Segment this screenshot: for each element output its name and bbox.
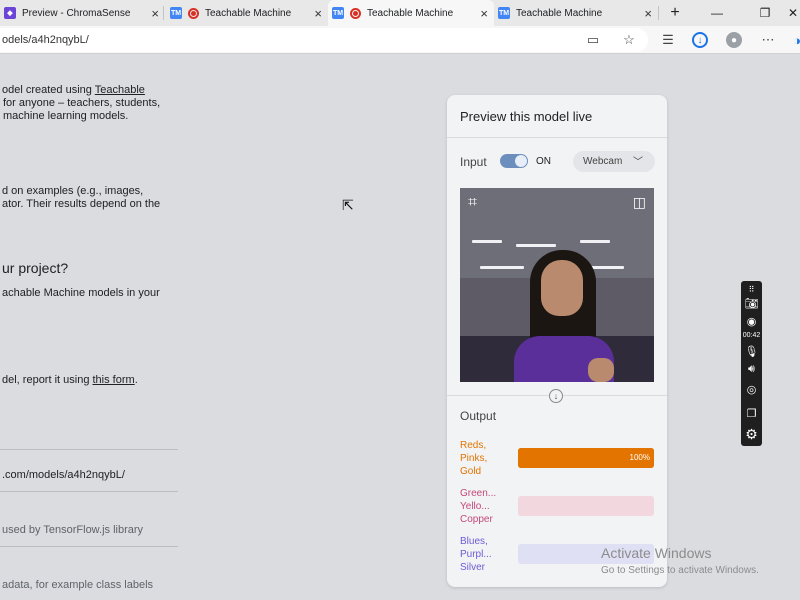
new-tab-button[interactable]: + (656, 0, 694, 26)
class-label: Green... Yello... Copper (460, 488, 497, 525)
preview-title: Preview this model live (460, 109, 593, 124)
report-form-link[interactable]: this form (93, 374, 135, 386)
close-tab-icon[interactable]: × (314, 6, 322, 21)
close-window-icon[interactable]: ✕ (786, 0, 800, 26)
close-tab-icon[interactable]: × (151, 6, 159, 21)
tab-bar: ◆ Preview - ChromaSense × TM Teachable M… (0, 0, 800, 26)
intro-text-line3: machine learning models. (3, 110, 129, 122)
microphone-icon[interactable]: 🎙︎ (741, 343, 762, 359)
arrow-down-icon: ↓ (549, 389, 563, 403)
divider (447, 137, 667, 138)
tm-icon: TM (498, 7, 510, 19)
webcam-preview: ⌗ ◫ (460, 188, 654, 382)
confidence-label: 100% (629, 453, 650, 462)
restore-icon[interactable]: ❐ (746, 0, 784, 26)
address-bar[interactable]: odels/a4h2nqybL/ ▭ ☆ (0, 28, 648, 52)
chromasense-icon: ◆ (4, 7, 16, 19)
intro-text: odel created using Teachable (2, 84, 145, 96)
favorites-icon[interactable]: ☰ (659, 31, 677, 49)
divider (0, 491, 178, 492)
record-stop-icon[interactable]: ◉ (741, 313, 762, 329)
tab-title: Teachable Machine (516, 7, 603, 19)
model-description: odel created using Teachable for anyone … (0, 54, 190, 600)
input-label: Input (460, 155, 487, 169)
confidence-bar-track: 100% (518, 448, 654, 468)
class-label: Reds, Pinks, Gold (460, 440, 488, 477)
divider (0, 449, 178, 450)
chevron-down-icon: ﹀ (633, 157, 643, 168)
tab-title: Preview - ChromaSense (22, 7, 131, 19)
profile-avatar-icon[interactable]: ● (726, 32, 742, 48)
examples-text: d on examples (e.g., images, (2, 185, 144, 197)
confidence-bar-track (518, 496, 654, 516)
input-source-dropdown[interactable]: Webcam ﹀ (573, 151, 655, 172)
toggle-state-label: ON (536, 156, 551, 167)
project-text: achable Machine models in your (2, 287, 160, 299)
examples-text-line2: ator. Their results depend on the (2, 198, 161, 210)
settings-gear-icon[interactable]: ⚙ (741, 425, 762, 443)
tab-chromasense[interactable]: ◆ Preview - ChromaSense × (0, 0, 165, 26)
output-title: Output (460, 409, 497, 423)
screen-recorder-toolbar: ⠿ 📷︎ ◉ 00:42 🎙︎ 🔊︎ ◎ ❐ ⚙ (741, 281, 762, 446)
class-label: Blues, Purpl... Silver (460, 536, 492, 573)
preview-panel: Preview this model live Input ON Webcam … (447, 95, 667, 587)
activate-windows-subtitle: Go to Settings to activate Windows. (601, 565, 759, 576)
activate-windows-title: Activate Windows (601, 545, 712, 561)
mouse-cursor-icon: ⇱ (342, 197, 354, 213)
intro-text-line2: for anyone – teachers, students, (3, 97, 161, 109)
report-text: del, report it using this form. (2, 374, 138, 386)
webcam-icon[interactable]: ◎ (741, 381, 762, 397)
close-tab-icon[interactable]: × (480, 6, 488, 21)
tab-teachable-machine-1[interactable]: TM Teachable Machine × (166, 0, 328, 26)
crop-icon[interactable]: ⌗ (468, 194, 477, 212)
tab-title: Teachable Machine (205, 7, 292, 19)
navigation-bar: odels/a4h2nqybL/ ▭ ☆ ☰ ↓ ● ⋯ ◑ (0, 26, 800, 54)
recording-icon (350, 7, 361, 19)
tm-icon: TM (332, 7, 344, 19)
close-tab-icon[interactable]: × (644, 6, 652, 21)
tab-teachable-machine-3[interactable]: TM Teachable Machine × (494, 0, 658, 26)
favorite-star-icon[interactable]: ☆ (620, 31, 638, 49)
screens-icon[interactable]: ❐ (741, 405, 762, 421)
divider (0, 546, 178, 547)
project-heading: ur project? (2, 260, 69, 276)
tab-teachable-machine-2[interactable]: TM Teachable Machine × (328, 0, 494, 26)
model-url-text[interactable]: .com/models/a4h2nqybL/ (2, 469, 125, 482)
url-text: odels/a4h2nqybL/ (2, 34, 89, 46)
flip-horizontal-icon[interactable]: ◫ (633, 194, 646, 211)
recorder-handle-icon[interactable]: ⠿ (741, 283, 762, 295)
downloads-icon[interactable]: ↓ (692, 32, 708, 48)
minimize-icon[interactable]: — (698, 0, 736, 26)
metadata-text: adata, for example class labels (2, 579, 154, 591)
input-source-label: Webcam (583, 156, 623, 167)
recording-time: 00:42 (742, 331, 761, 339)
tm-icon: TM (170, 7, 182, 19)
camera-icon[interactable]: 📷︎ (741, 295, 762, 311)
more-menu-icon[interactable]: ⋯ (759, 31, 777, 49)
tab-title: Teachable Machine (367, 7, 454, 19)
input-toggle[interactable] (500, 154, 528, 168)
speaker-icon[interactable]: 🔊︎ (741, 361, 762, 377)
camera-in-use-icon[interactable]: ▭ (584, 31, 602, 49)
library-text: used by TensorFlow.js library (2, 524, 144, 536)
teachable-link[interactable]: Teachable (95, 84, 145, 96)
recording-icon (188, 7, 199, 19)
copilot-icon[interactable]: ◑ (788, 31, 800, 49)
